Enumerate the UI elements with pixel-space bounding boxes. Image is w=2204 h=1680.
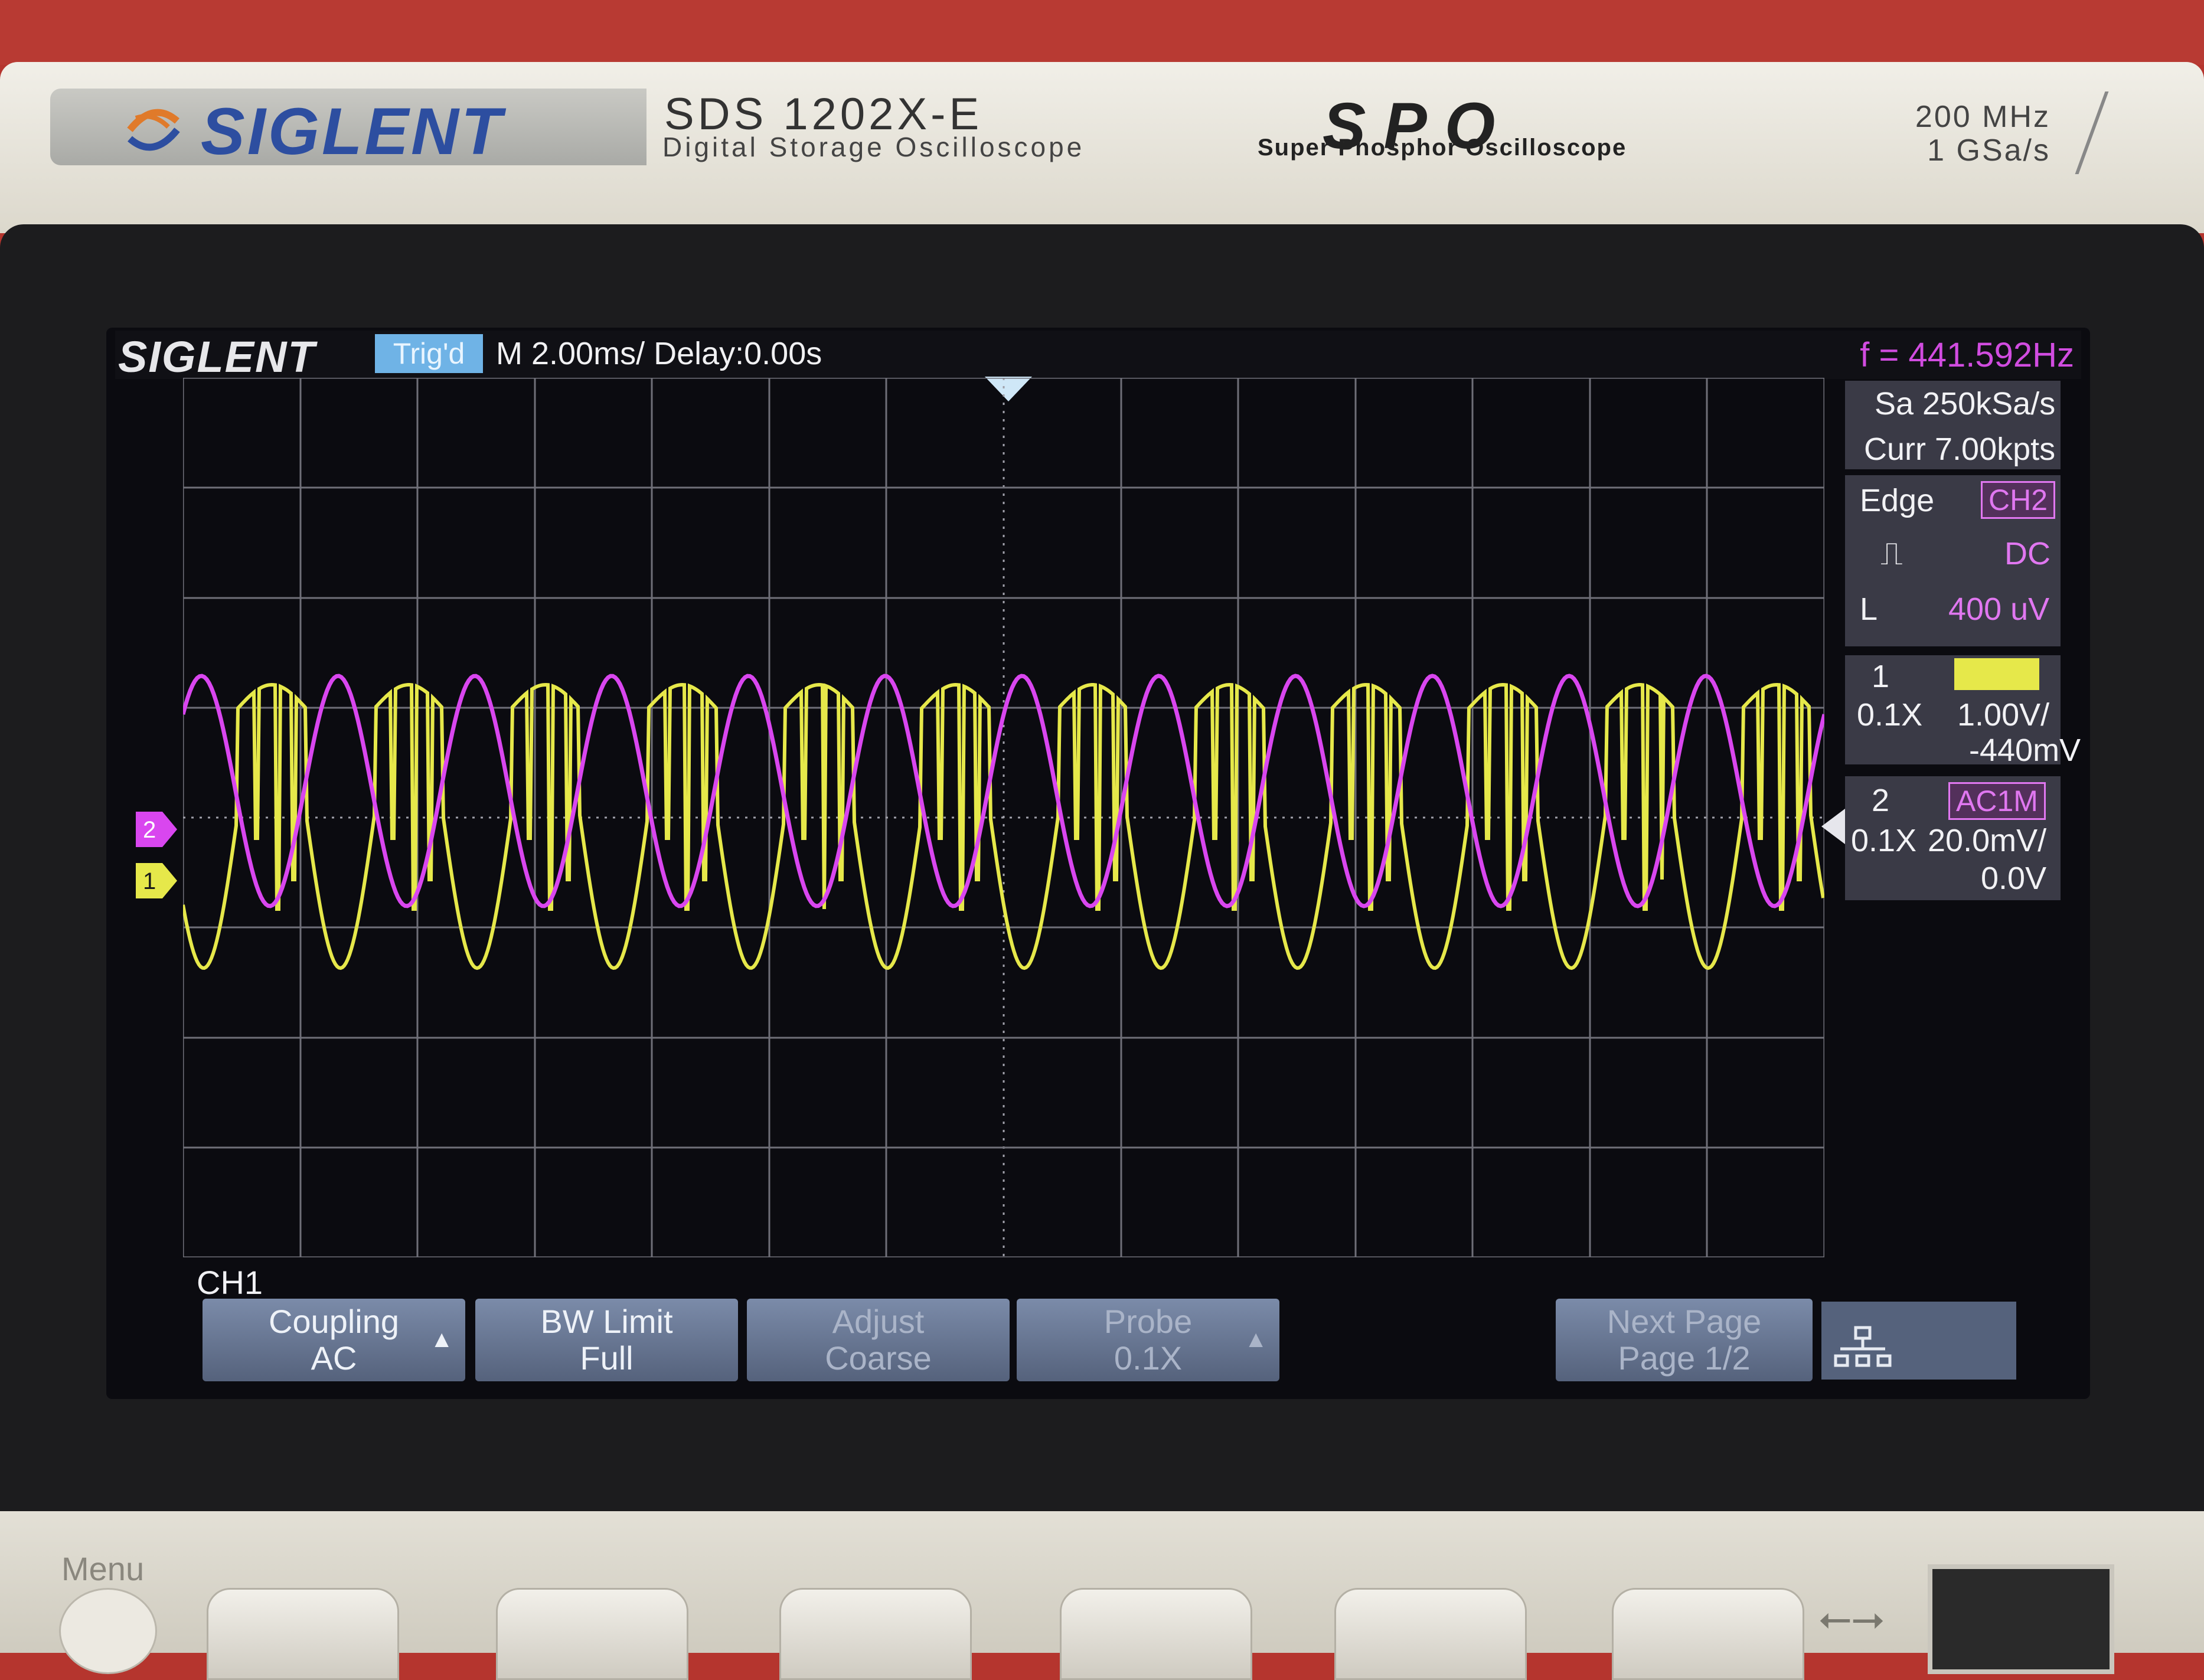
softkey-hw-button-2[interactable] (496, 1588, 688, 1680)
trigger-level-value: 400 uV (1948, 591, 2050, 627)
softkey-bw-limit-line1: BW Limit (540, 1303, 673, 1340)
timebase-readout: M 2.00ms/ Delay:0.00s (496, 336, 822, 371)
softkey-probe-line1: Probe (1103, 1303, 1193, 1340)
softkey-next-page[interactable]: Next Page Page 1/2 (1556, 1299, 1813, 1381)
ch1-probe: 0.1X (1857, 697, 1923, 733)
menu-button[interactable] (59, 1588, 157, 1674)
ch1-offset: -440mV (1969, 733, 2081, 768)
ch1-marker-label: 1 (143, 868, 156, 894)
softkey-next-page-line1: Next Page (1607, 1303, 1762, 1340)
softkey-hw-button-4[interactable] (1060, 1588, 1252, 1680)
ch2-marker-label: 2 (143, 817, 156, 843)
screen-logo: SIGLENT (118, 332, 316, 381)
adjust-knob-icon: ▲ (430, 1326, 453, 1352)
softkey-coupling-line1: Coupling (268, 1303, 400, 1340)
usb-icon: ⭠⭢ (1818, 1594, 1885, 1640)
menu-hardware-label: Menu (61, 1550, 145, 1587)
softkey-next-page-line2: Page 1/2 (1618, 1339, 1751, 1377)
spo-description: Super Phosphor Oscilloscope (1258, 135, 1627, 161)
softkey-hw-button-1[interactable] (207, 1588, 399, 1680)
network-icon (1834, 1326, 1892, 1367)
wall-background (0, 0, 2204, 65)
ch2-offset-marker: 2 (136, 812, 177, 847)
sample-rate-readout: Sa 250kSa/s (1875, 386, 2056, 421)
softkey-adjust[interactable]: Adjust Coarse (747, 1299, 1010, 1381)
softkey-probe-line2: 0.1X (1114, 1339, 1183, 1377)
trigger-type-label: Edge (1860, 483, 1935, 518)
bandwidth-spec: 200 MHz (1915, 100, 2050, 134)
ch2-probe: 0.1X (1851, 823, 1917, 858)
ch2-offset: 0.0V (1981, 861, 2047, 896)
trigger-coupling: DC (2004, 536, 2050, 571)
adjust-knob-icon: ▲ (1244, 1326, 1268, 1352)
softkey-adjust-line1: Adjust (832, 1303, 925, 1340)
brand-logo: SIGLENT (201, 94, 504, 168)
menu-title: CH1 (197, 1264, 263, 1301)
network-status (1821, 1302, 2016, 1380)
ch2-coupling-badge: AC1M (1948, 782, 2046, 820)
trigger-level-marker (1821, 809, 1845, 844)
right-info-panel: Sa 250kSa/s Curr 7.00kpts Edge CH2 ⎍ DC … (1845, 381, 2081, 900)
ch2-scale: 20.0mV/ (1928, 823, 2047, 858)
model-description: Digital Storage Oscilloscope (662, 132, 1085, 162)
softkey-hw-button-5[interactable] (1334, 1588, 1527, 1680)
softkey-coupling[interactable]: Coupling AC ▲ (203, 1299, 465, 1381)
trigger-status-badge: Trig'd (375, 334, 483, 373)
softkey-adjust-line2: Coarse (825, 1339, 932, 1377)
waveform-display (183, 378, 1824, 1257)
ch1-scale: 1.00V/ (1957, 697, 2050, 733)
softkey-hw-button-3[interactable] (779, 1588, 972, 1680)
softkey-probe[interactable]: Probe 0.1X ▲ (1017, 1299, 1279, 1381)
sample-rate-spec: 1 GSa/s (1927, 133, 2050, 168)
trigger-source-badge: CH2 (1981, 481, 2056, 519)
softkey-coupling-line2: AC (311, 1339, 357, 1377)
ch1-coupling-badge: AC1M (1954, 658, 2039, 690)
usb-port[interactable] (1928, 1564, 2114, 1674)
ch1-offset-marker: 1 (136, 863, 177, 898)
trigger-level-label: L (1860, 591, 1878, 627)
ch2-number: 2 (1872, 783, 1890, 818)
rising-edge-icon: ⎍ (1880, 536, 1903, 571)
memory-depth-readout: Curr 7.00kpts (1864, 432, 2056, 467)
siglent-swirl-icon (127, 109, 180, 151)
softkey-bw-limit-line2: Full (580, 1339, 634, 1377)
frequency-readout: f = 441.592Hz (1860, 336, 2074, 374)
ch1-number: 1 (1872, 659, 1890, 694)
softkey-bw-limit[interactable]: BW Limit Full (475, 1299, 738, 1381)
softkey-hw-button-6[interactable] (1612, 1588, 1804, 1680)
